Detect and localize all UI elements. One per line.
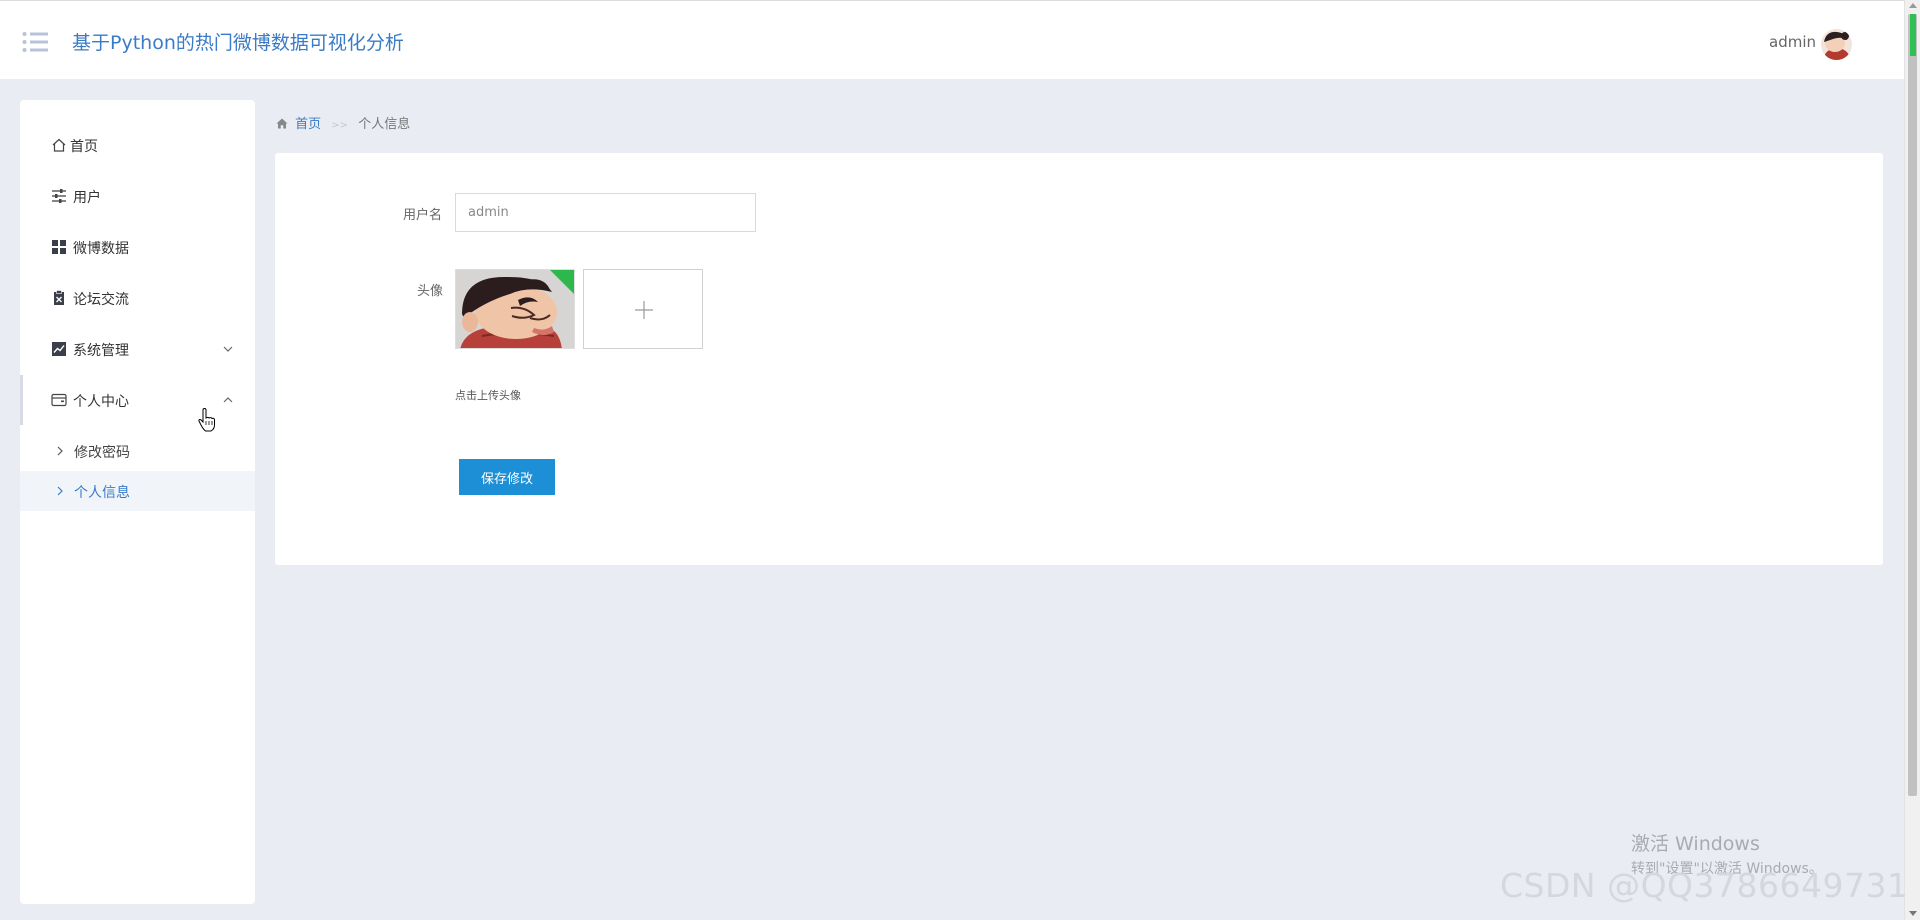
home-icon [276,118,288,129]
wallet-icon [51,392,67,408]
plus-icon [634,300,654,320]
sidebar-item-forum[interactable]: 论坛交流 [20,273,255,323]
save-changes-button[interactable]: 保存修改 [459,459,555,495]
chevron-right-icon [55,445,65,457]
sidebar-item-label: 个人中心 [73,394,129,410]
sidebar-subitem-label: 修改密码 [74,445,130,461]
chart-icon [51,341,67,357]
sidebar-item-label: 用户 [73,190,101,206]
breadcrumb-separator: >> [331,120,349,131]
sidebar-item-label: 微博数据 [73,241,129,257]
csdn-watermark: CSDN @QQ3786649731 [1500,866,1909,905]
upload-avatar-hint[interactable]: 点击上传头像 [455,387,521,403]
chevron-up-icon [222,394,234,406]
list-menu-icon[interactable] [22,31,50,53]
sidebar-item-system[interactable]: 系统管理 [20,324,255,374]
scroll-indicator [1910,14,1916,56]
scroll-thumb[interactable] [1908,14,1917,796]
top-bar: 基于Python的热门微博数据可视化分析 admin [0,0,1904,79]
profile-form-card: 用户名 头像 点击上传头像 保存修改 [275,153,1883,565]
breadcrumb-current: 个人信息 [358,117,411,132]
grid-icon [51,239,67,255]
sidebar-item-label: 论坛交流 [73,292,129,308]
sidebar-item-label: 首页 [70,139,98,155]
breadcrumb: 首页 >> 个人信息 [276,113,410,132]
home-icon [51,137,67,153]
avatar-upload-box[interactable] [583,269,703,349]
sidebar-item-weibo-data[interactable]: 微博数据 [20,222,255,272]
sidebar: 首页 用户 微博数据 论坛交流 系统管理 个人中心 修改密码 个人信息 [20,100,255,904]
user-name[interactable]: admin [1769,33,1816,51]
scroll-up-arrow-icon[interactable] [1909,3,1917,8]
user-avatar-icon[interactable] [1821,29,1852,60]
sidebar-subitem-change-password[interactable]: 修改密码 [20,431,255,471]
sliders-icon [51,188,67,204]
username-label: 用户名 [403,208,443,223]
watermark-title: 激活 Windows [1631,833,1760,855]
page-scrollbar[interactable] [1904,0,1920,920]
app-title: 基于Python的热门微博数据可视化分析 [72,32,404,54]
chevron-right-icon [55,485,65,497]
sidebar-item-users[interactable]: 用户 [20,171,255,221]
clipboard-icon [51,290,67,306]
chevron-down-icon [222,343,234,355]
username-input[interactable] [455,193,756,232]
avatar-label: 头像 [417,284,444,299]
sidebar-subitem-personal-info[interactable]: 个人信息 [20,471,255,511]
scroll-down-arrow-icon[interactable] [1909,911,1917,916]
hand-cursor-icon [198,407,216,432]
avatar-preview [455,269,575,349]
sidebar-item-label: 系统管理 [73,343,129,359]
breadcrumb-home-link[interactable]: 首页 [295,117,321,132]
sidebar-item-home[interactable]: 首页 [20,120,255,170]
sidebar-subitem-label: 个人信息 [74,485,130,501]
sidebar-item-personal-center[interactable]: 个人中心 [20,375,255,425]
